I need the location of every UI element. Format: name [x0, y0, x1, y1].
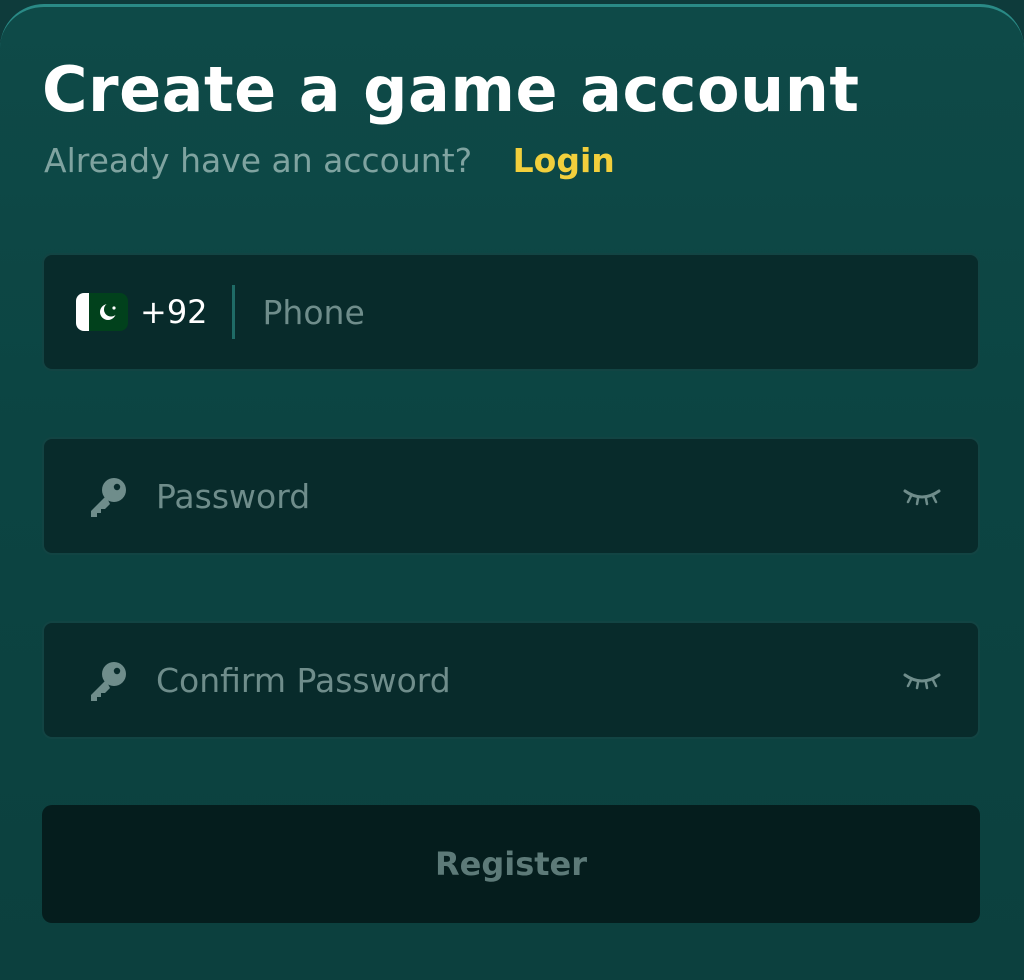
eye-closed-icon[interactable] [902, 485, 942, 507]
country-code[interactable]: +92 [140, 293, 208, 331]
password-field[interactable] [42, 437, 980, 555]
login-link[interactable]: Login [513, 141, 615, 180]
page-title: Create a game account [42, 53, 860, 126]
registration-card: Create a game account Already have an ac… [0, 4, 1024, 980]
pakistan-flag-icon[interactable] [76, 293, 128, 331]
phone-input[interactable] [260, 291, 978, 333]
phone-field[interactable]: +92 [42, 253, 980, 371]
key-icon [91, 478, 126, 517]
login-prompt: Already have an account? Login [44, 141, 615, 180]
password-input[interactable] [154, 475, 902, 517]
phone-divider [231, 285, 235, 339]
key-icon [91, 662, 126, 701]
login-prompt-text: Already have an account? [44, 141, 473, 180]
confirm-password-input[interactable] [154, 659, 902, 701]
page: Create a game account Already have an ac… [0, 0, 1024, 980]
register-button[interactable]: Register [42, 805, 980, 923]
eye-closed-icon[interactable] [902, 669, 942, 691]
confirm-password-field[interactable] [42, 621, 980, 739]
